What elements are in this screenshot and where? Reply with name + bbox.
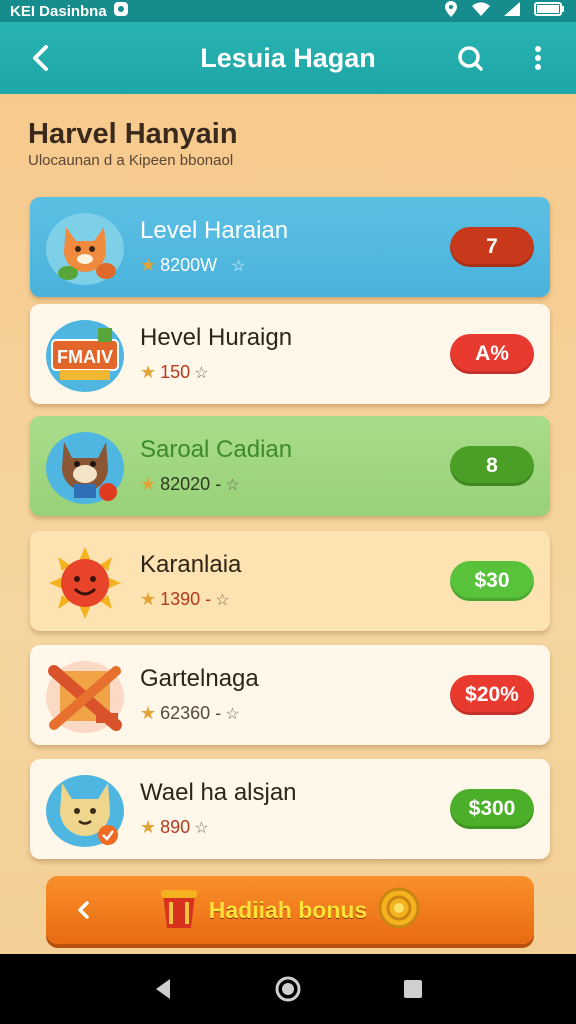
- item-meta: ★ 150 ☆: [140, 362, 209, 383]
- item-score: 82020 -: [160, 474, 222, 494]
- item-meta: ★ 82020 - ☆: [140, 474, 240, 495]
- item-badge-button[interactable]: $30: [450, 561, 534, 601]
- fox-mascot-thumbnail: [46, 213, 124, 285]
- svg-text:FMAIV: FMAIV: [57, 347, 113, 367]
- star-outline-icon: ☆: [215, 591, 230, 609]
- star-outline-icon: ☆: [194, 364, 209, 382]
- cat-mascot-thumbnail: [46, 775, 124, 847]
- dog-mascot-thumbnail: [46, 432, 124, 504]
- list-item[interactable]: FMAIV Hevel Huraign ★ 150 ☆ A%: [30, 304, 550, 404]
- back-triangle-icon[interactable]: [143, 969, 183, 1009]
- page-title: Harvel Hanyain: [28, 118, 238, 150]
- gift-bucket-icon: [159, 886, 199, 935]
- list-item[interactable]: Saroal Cadian ★ 82020 - ☆ 8: [30, 416, 550, 516]
- wifi-icon: [472, 2, 490, 20]
- list-item[interactable]: Level Haraian ★ 8200W ☆ 7: [30, 197, 550, 297]
- home-circle-icon[interactable]: [268, 969, 308, 1009]
- item-score: 1390 -: [160, 589, 212, 609]
- back-arrow-icon[interactable]: [22, 40, 58, 76]
- more-vertical-icon[interactable]: [522, 40, 554, 76]
- item-score: 62360 -: [160, 703, 222, 723]
- signal-icon: [504, 2, 520, 20]
- search-icon[interactable]: [452, 40, 488, 76]
- item-name: Karanlaia: [140, 551, 242, 578]
- location-icon: [444, 1, 458, 21]
- star-icon: ★: [140, 817, 157, 837]
- star-icon: ★: [140, 474, 157, 494]
- item-badge-button[interactable]: A%: [450, 334, 534, 374]
- item-badge-button[interactable]: 7: [450, 227, 534, 267]
- list-item[interactable]: Gartelnaga ★ 62360 - ☆ $20%: [30, 645, 550, 745]
- app-title: Lesuia Hagan: [200, 42, 376, 73]
- list-item[interactable]: Karanlaia ★ 1390 - ☆ $30: [30, 531, 550, 631]
- coin-icon: [377, 886, 421, 935]
- item-score: 890: [160, 817, 191, 837]
- item-name: Level Haraian: [140, 217, 289, 244]
- item-meta: ★ 8200W ☆: [140, 255, 246, 276]
- sun-face-thumbnail: [46, 547, 124, 619]
- star-outline-icon: ☆: [225, 476, 240, 494]
- item-badge-button[interactable]: 8: [450, 446, 534, 486]
- main-content: Harvel Hanyain Ulocaunan d a Kipeen bbon…: [0, 94, 576, 954]
- item-name: Gartelnaga: [140, 665, 259, 692]
- item-meta: ★ 62360 - ☆: [140, 703, 240, 724]
- fmaiv-sign-thumbnail: FMAIV: [46, 320, 124, 392]
- item-score: 8200W: [160, 255, 218, 275]
- star-outline-icon: ☆: [194, 819, 209, 837]
- item-name: Saroal Cadian: [140, 436, 293, 463]
- bonus-label: Hadiiah bonus: [208, 896, 368, 923]
- star-outline-icon: ☆: [231, 257, 246, 275]
- star-outline-icon: ☆: [225, 705, 240, 723]
- star-icon: ★: [140, 703, 157, 723]
- status-text: ΚΕΙ Dasinbna: [10, 2, 107, 20]
- item-score: 150: [160, 362, 191, 382]
- star-icon: ★: [140, 589, 157, 609]
- status-bar: ΚΕΙ Dasinbna: [0, 0, 576, 22]
- chevron-left-icon: [72, 898, 96, 922]
- item-name: Wael ha alsjan: [140, 779, 297, 806]
- battery-icon: [534, 2, 564, 20]
- crossed-planks-thumbnail: [46, 661, 124, 733]
- item-badge-button[interactable]: $20%: [450, 675, 534, 715]
- bonus-button[interactable]: Hadiiah bonus: [46, 876, 534, 944]
- star-icon: ★: [140, 362, 157, 382]
- item-meta: ★ 890 ☆: [140, 817, 209, 838]
- notification-icon: [113, 1, 129, 21]
- app-bar: Lesuia Hagan: [0, 22, 576, 94]
- system-nav-bar: [0, 954, 576, 1024]
- item-meta: ★ 1390 - ☆: [140, 589, 230, 610]
- star-icon: ★: [140, 255, 157, 275]
- list-item[interactable]: Wael ha alsjan ★ 890 ☆ $300: [30, 759, 550, 859]
- recents-square-icon[interactable]: [393, 969, 433, 1009]
- item-badge-button[interactable]: $300: [450, 789, 534, 829]
- item-name: Hevel Huraign: [140, 324, 293, 351]
- page-subtitle: Ulocaunan d a Kipeen bbonaol: [28, 152, 234, 169]
